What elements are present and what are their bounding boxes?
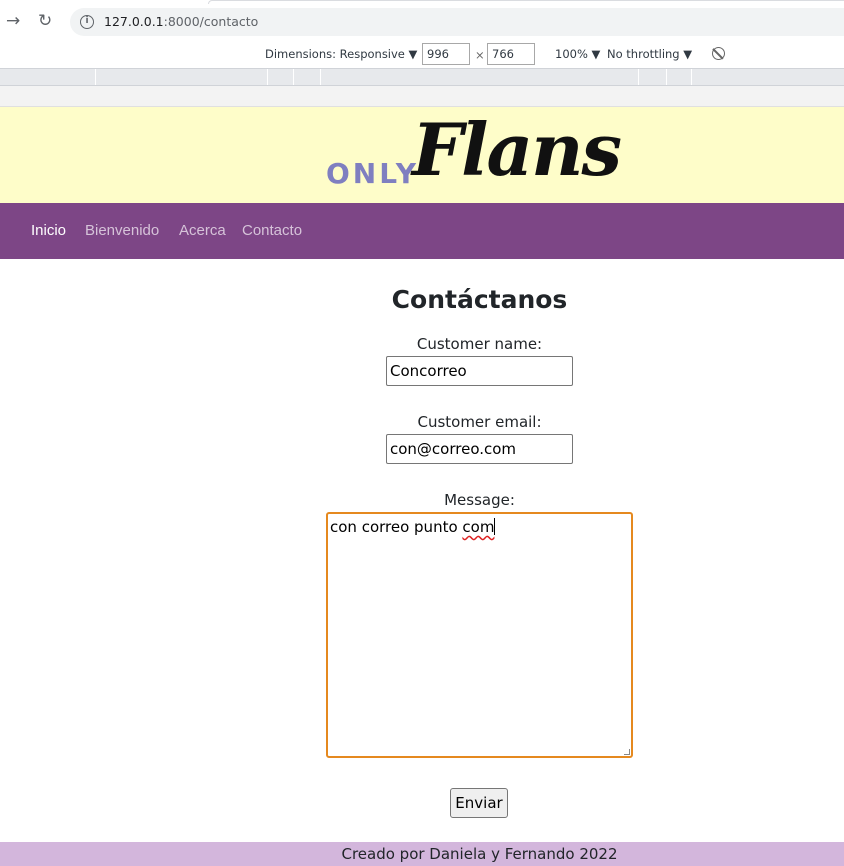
nav-inicio[interactable]: Inicio xyxy=(31,222,66,239)
text-caret xyxy=(494,518,496,535)
site-logo[interactable]: ONLY Flans xyxy=(326,107,636,201)
device-toolbar: Dimensions: Responsive ▼ 996 × 766 100% … xyxy=(0,42,844,68)
nav-contacto[interactable]: Contacto xyxy=(242,222,302,239)
times-sign: × xyxy=(475,48,485,62)
message-text: con correo punto xyxy=(330,518,463,536)
nav-bienvenido[interactable]: Bienvenido xyxy=(85,222,159,239)
ruler-tick xyxy=(691,69,692,85)
page-footer: Creado por Daniela y Fernando 2022 xyxy=(0,842,844,866)
name-label: Customer name: xyxy=(416,335,543,353)
reload-icon[interactable]: ↻ xyxy=(38,11,52,31)
ruler-tick xyxy=(267,69,268,85)
dimensions-dropdown[interactable]: Dimensions: Responsive ▼ xyxy=(265,47,417,61)
email-input[interactable]: con@correo.com xyxy=(386,434,573,464)
ruler-tick xyxy=(638,69,639,85)
address-bar[interactable]: i 127.0.0.1:8000/contacto xyxy=(70,8,844,36)
arrow-right-icon[interactable]: → xyxy=(6,11,20,31)
tab-strip-edge xyxy=(208,0,844,4)
url-host: 127.0.0.1 xyxy=(104,14,164,29)
url-path: :8000/contacto xyxy=(163,14,259,29)
rotate-icon[interactable] xyxy=(712,47,725,60)
submit-button[interactable]: Enviar xyxy=(450,788,508,818)
ruler-tick xyxy=(95,69,96,85)
media-query-ruler[interactable] xyxy=(0,68,844,86)
width-input[interactable]: 996 xyxy=(422,43,470,65)
ruler-tick xyxy=(293,69,294,85)
zoom-dropdown[interactable]: 100% ▼ xyxy=(555,47,600,61)
page-viewport: ONLY Flans Inicio Bienvenido Acerca Cont… xyxy=(0,107,844,866)
info-icon[interactable]: i xyxy=(80,15,94,29)
main-navbar: Inicio Bienvenido Acerca Contacto xyxy=(0,203,844,259)
throttling-dropdown[interactable]: No throttling ▼ xyxy=(607,47,692,61)
browser-toolbar: → ↻ i 127.0.0.1:8000/contacto xyxy=(0,0,844,42)
email-label: Customer email: xyxy=(417,413,542,431)
header-banner: ONLY Flans xyxy=(0,107,844,203)
logo-flans-text: Flans xyxy=(412,107,622,192)
resize-grip[interactable] xyxy=(624,749,630,755)
footer-text: Creado por Daniela y Fernando 2022 xyxy=(341,845,618,863)
message-label: Message: xyxy=(444,491,515,509)
logo-only-text: ONLY xyxy=(326,157,419,190)
ruler-tick xyxy=(666,69,667,85)
height-input[interactable]: 766 xyxy=(487,43,535,65)
message-textarea[interactable]: con correo punto com xyxy=(326,512,633,758)
misspelled-word: com xyxy=(462,518,495,536)
url-text[interactable]: 127.0.0.1:8000/contacto xyxy=(104,14,258,29)
ruler-gap xyxy=(0,86,844,107)
ruler-tick xyxy=(320,69,321,85)
nav-acerca[interactable]: Acerca xyxy=(179,222,226,239)
page-title: Contáctanos xyxy=(391,285,568,314)
name-input[interactable]: Concorreo xyxy=(386,356,573,386)
